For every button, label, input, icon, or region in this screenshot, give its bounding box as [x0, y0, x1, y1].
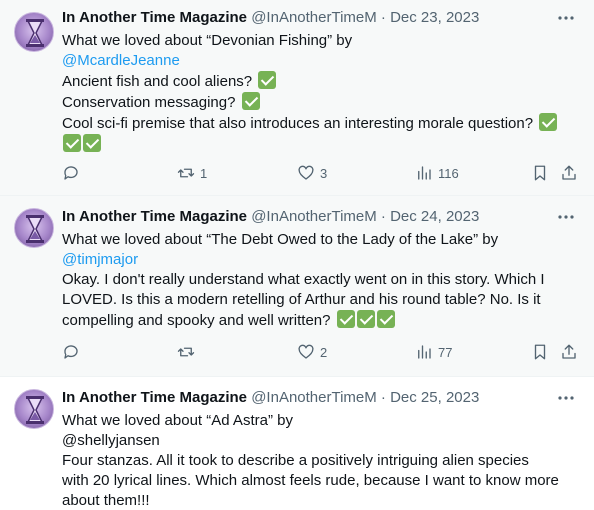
view-count: 116 — [438, 165, 459, 181]
like-icon — [298, 165, 314, 180]
tweet-text-line: Conservation messaging? — [62, 92, 582, 113]
author-handle[interactable]: @InAnotherTimeM — [251, 9, 377, 26]
reply-button[interactable] — [62, 342, 85, 362]
tweet-text-line: @shellyjansen — [62, 432, 160, 449]
tweet-actions: 2 77 — [62, 342, 590, 362]
views-icon — [418, 345, 431, 359]
author-name[interactable]: In Another Time Magazine — [62, 389, 247, 406]
separator-dot: · — [380, 389, 386, 406]
like-count: 2 — [320, 344, 328, 360]
more-icon[interactable] — [556, 207, 576, 227]
tweet[interactable]: In Another Time Magazine @InAnotherTimeM… — [0, 196, 594, 376]
hourglass-logo-icon — [26, 215, 44, 243]
more-icon[interactable] — [556, 8, 576, 28]
tweet-text: What we loved about “The Debt Owed to th… — [62, 230, 582, 331]
check-mark-icon — [63, 134, 81, 152]
avatar[interactable] — [14, 389, 54, 429]
check-mark-icon — [83, 134, 101, 152]
reply-icon — [64, 345, 78, 359]
tweet-text-line: What we loved about “Devonian Fishing” b… — [62, 32, 353, 49]
tweet[interactable]: In Another Time Magazine @InAnotherTimeM… — [0, 0, 594, 195]
tweet-actions: 1 3 116 — [62, 163, 590, 183]
share-icon — [562, 165, 576, 180]
like-button[interactable]: 3 — [297, 163, 327, 183]
tweet-text-line: compelling and spooky and well written? — [62, 310, 582, 331]
views-button[interactable]: 116 — [415, 163, 459, 183]
separator-dot: · — [380, 9, 386, 26]
tweet-text-line: Four stanzas. All it took to describe a … — [62, 452, 529, 469]
share-icon — [562, 344, 576, 359]
avatar[interactable] — [14, 208, 54, 248]
bookmark-icon — [534, 165, 546, 181]
share-button[interactable] — [560, 163, 578, 183]
view-count: 77 — [438, 344, 453, 360]
separator-dot: · — [380, 208, 386, 225]
retweet-button[interactable] — [177, 342, 200, 362]
views-button[interactable]: 77 — [415, 342, 452, 362]
retweet-icon — [177, 168, 195, 178]
retweet-count: 1 — [200, 165, 208, 181]
bookmark-button[interactable] — [531, 163, 549, 183]
like-button[interactable]: 2 — [297, 342, 327, 362]
tweet-text-line: What we loved about “Ad Astra” by — [62, 412, 293, 429]
tweet-text-line: Ancient fish and cool aliens? — [62, 71, 582, 92]
tweet-text-line: Okay. I don't really understand what exa… — [62, 271, 545, 288]
tweet-text-line — [62, 134, 582, 155]
like-icon — [298, 344, 314, 359]
tweet[interactable]: In Another Time Magazine @InAnotherTimeM… — [0, 377, 594, 510]
bookmark-button[interactable] — [531, 342, 549, 362]
tweet-text-line: What we loved about “The Debt Owed to th… — [62, 231, 499, 248]
tweet-text-line: Cool sci-fi premise that also introduces… — [62, 113, 582, 134]
tweet-text-line: LOVED. Is this a modern retelling of Art… — [62, 291, 541, 308]
check-mark-icon — [241, 92, 260, 110]
views-icon — [418, 166, 431, 180]
mention-link[interactable]: @McardleJeanne — [62, 51, 582, 71]
tweet-header: In Another Time Magazine @InAnotherTimeM… — [62, 8, 479, 28]
author-handle[interactable]: @InAnotherTimeM — [251, 208, 377, 225]
author-name[interactable]: In Another Time Magazine — [62, 208, 247, 225]
tweet-date[interactable]: Dec 24, 2023 — [390, 208, 479, 225]
author-name[interactable]: In Another Time Magazine — [62, 9, 247, 26]
tweet-header: In Another Time Magazine @InAnotherTimeM… — [62, 207, 479, 227]
author-handle[interactable]: @InAnotherTimeM — [251, 389, 377, 406]
bookmark-icon — [534, 344, 546, 360]
more-icon[interactable] — [556, 388, 576, 408]
tweet-date[interactable]: Dec 25, 2023 — [390, 389, 479, 406]
retweet-icon — [177, 347, 195, 357]
tweet-header: In Another Time Magazine @InAnotherTimeM… — [62, 388, 479, 408]
hourglass-logo-icon — [26, 396, 44, 424]
tweet-text: What we loved about “Ad Astra” by @shell… — [62, 411, 582, 510]
tweet-date[interactable]: Dec 23, 2023 — [390, 9, 479, 26]
check-mark-icon — [376, 310, 395, 328]
avatar[interactable] — [14, 12, 54, 52]
retweet-button[interactable]: 1 — [177, 163, 207, 183]
hourglass-logo-icon — [26, 19, 44, 47]
mention-link[interactable]: @timjmajor — [62, 250, 582, 270]
check-mark-icon — [356, 310, 375, 328]
tweet-text-line: about them!!! — [62, 492, 150, 509]
reply-icon — [64, 166, 78, 180]
share-button[interactable] — [560, 342, 578, 362]
like-count: 3 — [320, 165, 328, 181]
check-mark-icon — [336, 310, 355, 328]
check-mark-icon — [539, 113, 558, 131]
tweet-text-line: with 20 lyrical lines. Which almost feel… — [62, 472, 559, 489]
check-mark-icon — [258, 71, 277, 89]
tweet-text: What we loved about “Devonian Fishing” b… — [62, 31, 582, 155]
reply-button[interactable] — [62, 163, 85, 183]
